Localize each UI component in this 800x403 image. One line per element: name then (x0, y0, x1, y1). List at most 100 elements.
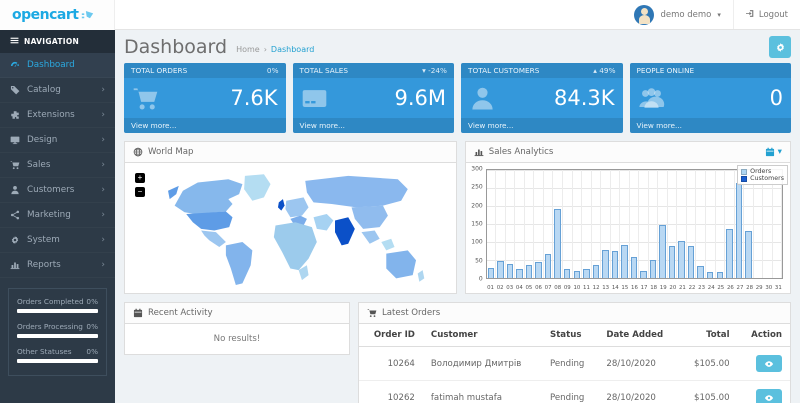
chart-bar-slot (592, 170, 602, 278)
map-zoom-in-button[interactable]: + (135, 173, 145, 183)
bar-orders-day-28 (745, 231, 751, 278)
x-tick-label: 08 (553, 285, 563, 291)
logout-button[interactable]: Logout (733, 0, 800, 29)
eye-icon (764, 393, 774, 403)
sidebar-stat: Other Statuses0% (17, 347, 98, 363)
x-tick-label: 25 (716, 285, 726, 291)
view-order-button[interactable] (756, 355, 782, 372)
recent-activity-panel-header: Recent Activity (125, 303, 349, 324)
bar-orders-day-02 (497, 261, 503, 278)
bar-orders-day-03 (507, 264, 513, 278)
sidebar-item-extensions[interactable]: Extensions› (0, 103, 115, 128)
column-header-action: Action (738, 324, 790, 347)
top-bar: opencart demo demo ▾ Logout (0, 0, 800, 30)
sidebar-item-label: Dashboard (27, 60, 75, 70)
sidebar-item-dashboard[interactable]: Dashboard (0, 53, 115, 78)
monitor-icon (10, 135, 20, 145)
view-order-button[interactable] (756, 389, 782, 403)
chart-range-button[interactable]: ▾ (765, 147, 782, 157)
stat-progress-bar (17, 309, 98, 313)
chart-bar-slot (620, 170, 630, 278)
sidebar-item-customers[interactable]: Customers› (0, 178, 115, 203)
x-tick-label: 28 (745, 285, 755, 291)
breadcrumb-home[interactable]: Home (236, 45, 260, 54)
bar-orders-day-01 (488, 268, 494, 278)
logout-label: Logout (759, 10, 788, 20)
bar-orders-day-05 (526, 265, 532, 278)
x-tick-label: 12 (591, 285, 601, 291)
tile-delta: 0% (267, 66, 279, 75)
order-customer: fatimah mustafa (423, 381, 542, 403)
tile-view-more-link[interactable]: View more... (124, 118, 286, 133)
sales-analytics-title: Sales Analytics (489, 147, 554, 157)
x-tick-label: 15 (620, 285, 630, 291)
stat-value: 0% (86, 322, 98, 331)
order-date-added: 28/10/2020 (598, 347, 679, 381)
dashboard-settings-button[interactable] (769, 36, 791, 58)
sidebar-item-design[interactable]: Design› (0, 128, 115, 153)
world-map-panel: World Map + − (124, 141, 457, 294)
x-tick-label: 01 (486, 285, 496, 291)
chart-plot-area (486, 169, 783, 279)
sidebar-item-label: Sales (27, 160, 50, 170)
x-tick-label: 17 (639, 285, 649, 291)
chevron-right-icon: › (101, 135, 105, 145)
sidebar-menu: DashboardCatalog›Extensions›Design›Sales… (0, 53, 115, 278)
bar-orders-day-14 (612, 251, 618, 278)
y-tick-label: 300 (471, 166, 482, 173)
bar-orders-day-25 (717, 272, 723, 278)
main-content: Dashboard Home › Dashboard TOTAL ORDERS0… (115, 30, 800, 403)
order-date-added: 28/10/2020 (598, 381, 679, 403)
tile-title: TOTAL SALES (300, 66, 349, 75)
chart-bar-slot (525, 170, 535, 278)
order-status: Pending (542, 381, 598, 403)
tile-view-more-link[interactable]: View more... (293, 118, 455, 133)
chart-bar-slot (611, 170, 621, 278)
order-customer: Володимир Дмитрів (423, 347, 542, 381)
chart-bar-slot (601, 170, 611, 278)
tile-view-more-link[interactable]: View more... (630, 118, 792, 133)
sidebar-item-sales[interactable]: Sales› (0, 153, 115, 178)
tile-view-more-link[interactable]: View more... (461, 118, 623, 133)
page-header: Dashboard Home › Dashboard (124, 36, 791, 58)
x-tick-label: 13 (601, 285, 611, 291)
column-header-order-id: Order ID (359, 324, 423, 347)
chart-bar-slot (677, 170, 687, 278)
sidebar-item-reports[interactable]: Reports› (0, 253, 115, 278)
gear-icon (10, 235, 20, 245)
chart-bar-slot (639, 170, 649, 278)
recent-activity-title: Recent Activity (148, 308, 213, 318)
sales-analytics-panel-header: Sales Analytics ▾ (466, 142, 790, 163)
sidebar-item-catalog[interactable]: Catalog› (0, 78, 115, 103)
chevron-right-icon: › (101, 85, 105, 95)
y-tick-label: 200 (471, 202, 482, 209)
order-total: $105.00 (680, 381, 738, 403)
user-menu[interactable]: demo demo ▾ (622, 0, 732, 29)
breadcrumb-current[interactable]: Dashboard (271, 45, 314, 54)
column-header-customer: Customer (423, 324, 542, 347)
x-tick-label: 31 (774, 285, 784, 291)
bar-orders-day-04 (516, 269, 522, 278)
chart-bar-slot (735, 170, 745, 278)
x-tick-label: 05 (524, 285, 534, 291)
world-map-title: World Map (148, 147, 194, 157)
opencart-logo[interactable]: opencart (0, 0, 115, 30)
bar-chart-icon (474, 147, 484, 157)
chart-bar-slot (687, 170, 697, 278)
bar-orders-day-21 (678, 241, 684, 278)
x-tick-label: 18 (649, 285, 659, 291)
bar-orders-day-07 (545, 254, 551, 278)
chart-bar-slot (763, 170, 773, 278)
bar-orders-day-17 (640, 271, 646, 278)
bar-orders-day-19 (659, 225, 665, 278)
page-title: Dashboard (124, 37, 227, 58)
breadcrumb-separator: › (264, 45, 267, 54)
x-tick-label: 11 (582, 285, 592, 291)
map-zoom-out-button[interactable]: − (135, 187, 145, 197)
world-map-panel-header: World Map (125, 142, 456, 163)
order-row: 10262fatimah mustafaPending28/10/2020$10… (359, 381, 790, 403)
chevron-down-icon: ▾ (778, 147, 782, 157)
sidebar-item-marketing[interactable]: Marketing› (0, 203, 115, 228)
chart-bar-slot (544, 170, 554, 278)
sidebar-item-system[interactable]: System› (0, 228, 115, 253)
